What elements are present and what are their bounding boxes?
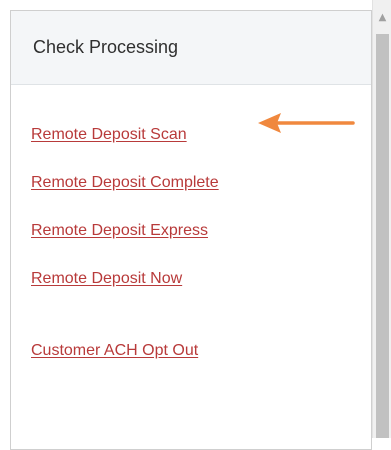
remote-deposit-now-link[interactable]: Remote Deposit Now: [31, 270, 182, 288]
remote-deposit-complete-link[interactable]: Remote Deposit Complete: [31, 174, 219, 192]
scroll-up-arrow-icon[interactable]: ▲: [373, 0, 391, 34]
panel-header: Check Processing: [11, 11, 371, 85]
left-arrow-icon: [258, 113, 355, 133]
check-processing-panel: Check Processing Remote Deposit Scan Rem…: [10, 10, 372, 450]
remote-deposit-express-link[interactable]: Remote Deposit Express: [31, 222, 208, 240]
panel-title: Check Processing: [33, 37, 179, 57]
customer-ach-opt-out-link[interactable]: Customer ACH Opt Out: [31, 342, 198, 360]
scrollbar-thumb[interactable]: [376, 34, 389, 438]
vertical-scrollbar[interactable]: ▲: [372, 0, 391, 438]
remote-deposit-scan-link[interactable]: Remote Deposit Scan: [31, 126, 187, 144]
